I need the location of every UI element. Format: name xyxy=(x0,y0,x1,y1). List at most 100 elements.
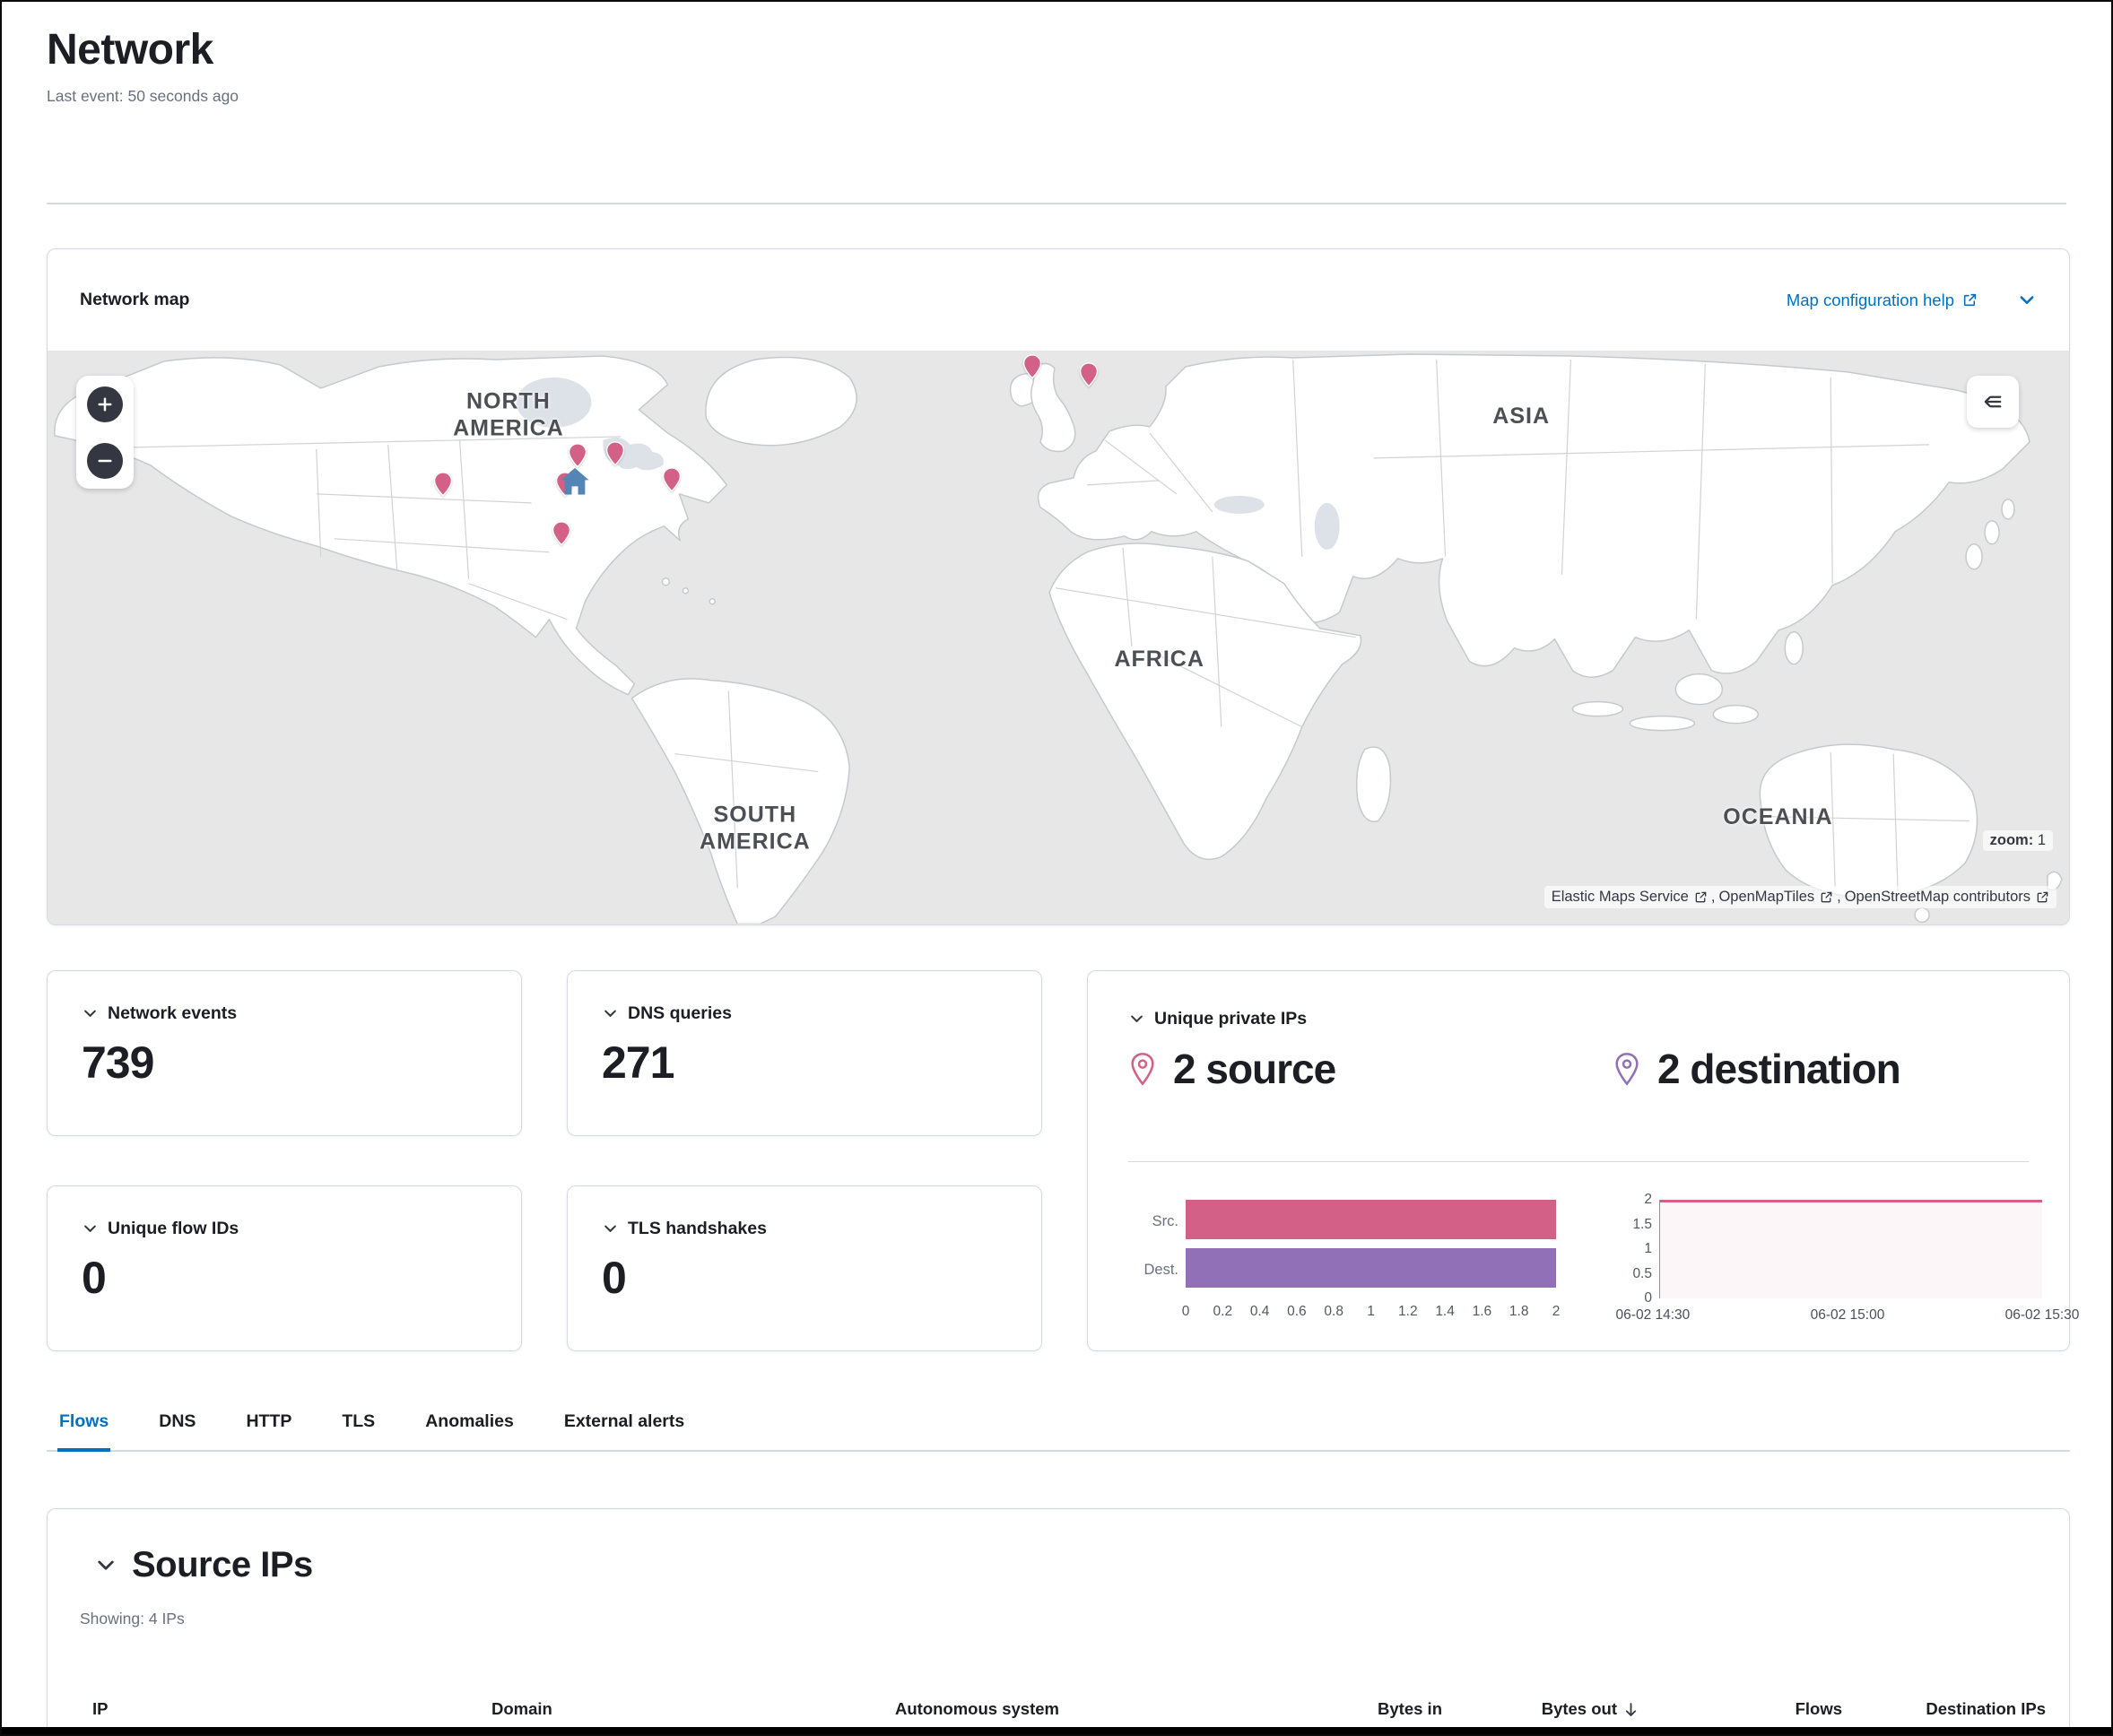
chevron-down-icon xyxy=(2017,291,2037,310)
attribution-link-openmaptiles[interactable]: OpenMapTiles xyxy=(1718,889,1833,906)
network-page: Network Last event: 50 seconds ago Netwo… xyxy=(0,0,2113,1736)
source-ips-title: Source IPs xyxy=(132,1545,313,1585)
x-tick-label: 0.2 xyxy=(1213,1304,1233,1320)
external-link-icon xyxy=(2036,890,2049,904)
tab-flows[interactable]: Flows xyxy=(57,1402,110,1450)
bar-src-[interactable] xyxy=(1186,1200,1556,1239)
stat-value: 0 xyxy=(602,1252,1007,1304)
attribution-link-elastic-maps-service[interactable]: Elastic Maps Service xyxy=(1552,889,1708,906)
x-tick-label: 06-02 15:30 xyxy=(2005,1307,2080,1324)
pin-glyph xyxy=(433,472,453,497)
stat-label: Network events xyxy=(108,1003,237,1024)
continent-label-africa: AFRICA xyxy=(1114,646,1204,673)
map-panel-title: Network map xyxy=(80,290,189,310)
collapse-toggle-icon[interactable] xyxy=(94,1554,117,1577)
x-tick-label: 1.6 xyxy=(1473,1304,1492,1320)
stat-card-network-events: Network events 739 xyxy=(47,970,522,1136)
bar-x-axis: 00.20.40.60.811.21.41.61.82 xyxy=(1186,1300,1556,1324)
bar-category-label: Src. xyxy=(1152,1213,1178,1230)
pin-glyph xyxy=(1079,362,1099,387)
event-map-pin[interactable] xyxy=(605,441,625,471)
y-tick-label: 0.5 xyxy=(1632,1266,1652,1282)
pin-glyph xyxy=(552,521,571,546)
stat-label: Unique flow IDs xyxy=(108,1219,239,1239)
map-pin-outline-icon xyxy=(1128,1052,1157,1086)
destination-ips-stat: 2 destination xyxy=(1613,1045,1900,1093)
zoom-indicator-value: 1 xyxy=(2038,832,2046,848)
event-map-pin[interactable] xyxy=(433,472,453,501)
pin-glyph xyxy=(605,441,625,466)
tab-external-alerts[interactable]: External alerts xyxy=(562,1402,686,1450)
map-zoom-indicator: zoom: 1 xyxy=(1983,830,2053,851)
source-ips-showing: Showing: 4 IPs xyxy=(80,1610,185,1628)
destination-ips-value: 2 destination xyxy=(1657,1045,1900,1093)
source-ips-panel: Source IPs Showing: 4 IPs IPDomainAutono… xyxy=(47,1508,2070,1736)
collapse-toggle-icon[interactable] xyxy=(82,1220,99,1237)
last-event-text: Last event: 50 seconds ago xyxy=(47,87,239,106)
map-configuration-help-label: Map configuration help xyxy=(1787,291,1954,310)
external-link-icon xyxy=(1694,890,1708,904)
unique-ips-bar-chart: Src.Dest.00.20.40.60.811.21.41.61.82 xyxy=(1128,1200,1556,1327)
stat-value: 0 xyxy=(82,1252,487,1304)
network-map-panel: Network map Map configuration help xyxy=(47,248,2070,925)
collapse-toggle-icon[interactable] xyxy=(602,1005,619,1022)
collapse-toggle-icon[interactable] xyxy=(602,1220,619,1237)
x-tick-label: 0.6 xyxy=(1287,1304,1307,1320)
stat-value: 739 xyxy=(82,1037,487,1089)
world-map[interactable]: NORTH AMERICASOUTH AMERICAAFRICAASIAOCEA… xyxy=(48,351,2069,925)
source-ips-value: 2 source xyxy=(1173,1045,1335,1093)
event-map-pin[interactable] xyxy=(1022,354,1042,384)
pin-glyph xyxy=(662,467,682,492)
tab-anomalies[interactable]: Anomalies xyxy=(423,1402,516,1450)
world-map-graphic xyxy=(48,351,2069,924)
minus-icon xyxy=(96,452,114,470)
tab-http[interactable]: HTTP xyxy=(244,1402,293,1450)
home-glyph xyxy=(560,467,590,494)
menu-left-icon xyxy=(1980,389,2005,414)
panel-divider xyxy=(1128,1161,2029,1162)
pin-glyph xyxy=(568,443,587,468)
stat-card-unique-flow-ids: Unique flow IDs 0 xyxy=(47,1185,522,1351)
stat-label: DNS queries xyxy=(628,1003,732,1024)
plus-icon xyxy=(96,395,114,413)
x-tick-label: 2 xyxy=(1552,1304,1561,1320)
x-tick-label: 06-02 14:30 xyxy=(1616,1307,1691,1324)
tab-dns[interactable]: DNS xyxy=(157,1402,197,1450)
unique-private-ips-panel: Unique private IPs 2 source 2 destinatio… xyxy=(1087,970,2070,1351)
x-tick-label: 1.4 xyxy=(1435,1304,1455,1320)
zoom-in-button[interactable] xyxy=(87,386,123,422)
y-tick-label: 1 xyxy=(1644,1241,1652,1257)
collapse-toggle-icon[interactable] xyxy=(82,1005,99,1022)
stat-card-dns-queries: DNS queries 271 xyxy=(567,970,1042,1136)
screenshot-bottom-edge xyxy=(2,1727,2111,1734)
external-link-icon xyxy=(1820,890,1833,904)
tab-tls[interactable]: TLS xyxy=(340,1402,377,1450)
map-panel-collapse-toggle[interactable] xyxy=(2017,291,2037,310)
map-zoom-controls xyxy=(76,376,134,489)
pin-glyph xyxy=(1022,354,1042,379)
area-plot xyxy=(1659,1200,2042,1298)
map-layers-button[interactable] xyxy=(1967,376,2019,428)
event-map-pin[interactable] xyxy=(552,521,571,551)
zoom-out-button[interactable] xyxy=(87,443,123,479)
attribution-link-openstreetmap-contributors[interactable]: OpenStreetMap contributors xyxy=(1845,889,2049,906)
x-tick-label: 1 xyxy=(1367,1304,1375,1320)
bar-dest-[interactable] xyxy=(1186,1248,1556,1288)
unique-ips-area-chart: 21.510.50 06-02 14:3006-02 15:0006-02 15… xyxy=(1614,1200,2042,1327)
area-series-line xyxy=(1660,1200,2042,1202)
event-map-pin[interactable] xyxy=(662,467,682,497)
column-header-destination-ips[interactable]: Destination IPs xyxy=(48,1699,2046,1719)
collapse-toggle-icon[interactable] xyxy=(1128,1011,1145,1028)
event-map-pin[interactable] xyxy=(1079,362,1099,392)
continent-label-north-america: NORTH AMERICA xyxy=(453,387,564,442)
y-tick-label: 1.5 xyxy=(1632,1217,1652,1233)
y-tick-label: 2 xyxy=(1644,1192,1652,1208)
x-tick-label: 0.8 xyxy=(1324,1304,1343,1320)
map-attribution: Elastic Maps Service, OpenMapTiles, Open… xyxy=(1544,886,2056,908)
map-configuration-help-link[interactable]: Map configuration help xyxy=(1787,291,1978,310)
tab-bar: Flows DNS HTTP TLS Anomalies External alerts xyxy=(47,1402,2070,1452)
stat-label: TLS handshakes xyxy=(628,1219,767,1239)
source-ips-stat: 2 source xyxy=(1128,1045,1335,1093)
home-map-marker[interactable] xyxy=(560,467,590,499)
stat-value: 271 xyxy=(602,1037,1007,1089)
